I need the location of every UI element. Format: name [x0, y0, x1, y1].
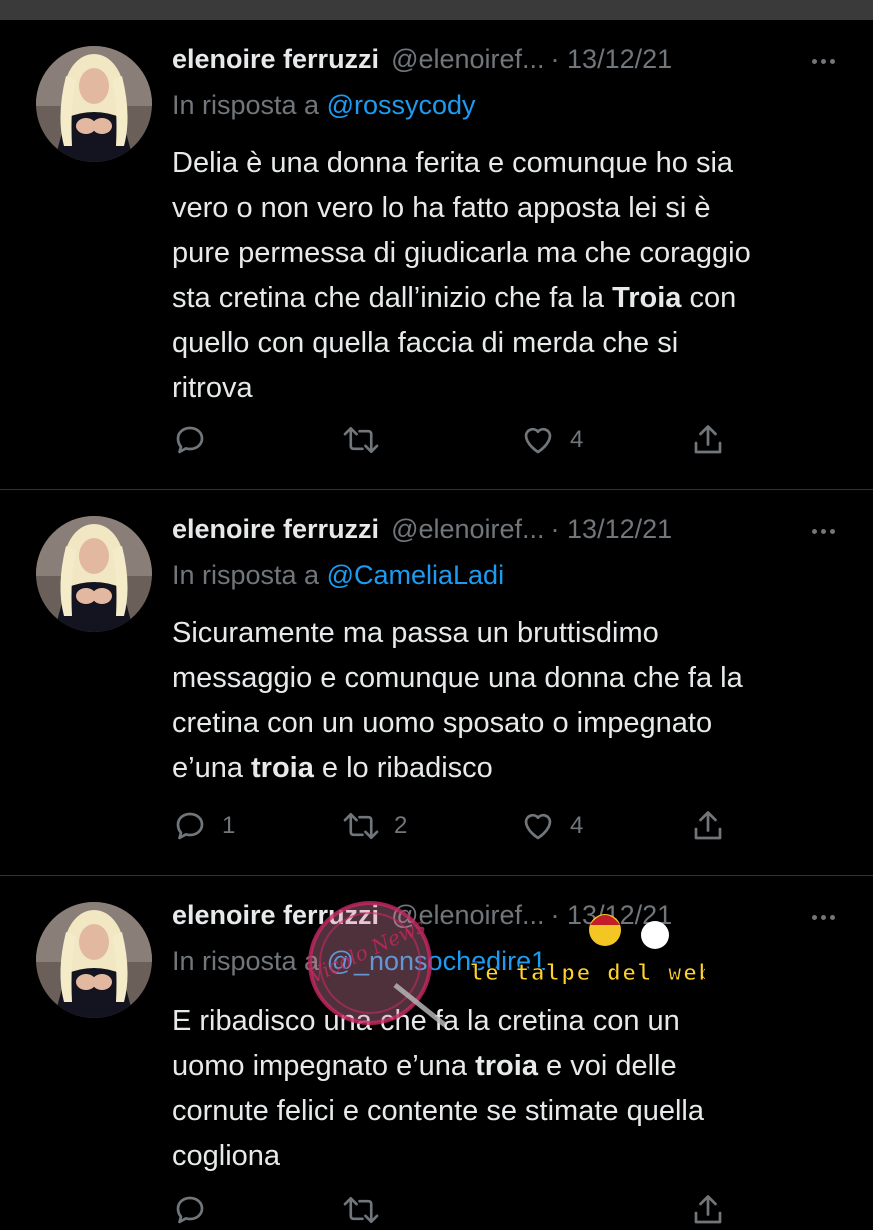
text-fragment: e lo ribadisco [313, 752, 493, 784]
status-bar [0, 0, 873, 20]
reply-count: 1 [222, 812, 236, 839]
tweet[interactable]: elenoire ferruzzi @elenoiref... · 13/12/… [0, 876, 873, 1224]
bold-word: troia [251, 752, 314, 784]
reply-context: In risposta a @rossycody [172, 90, 476, 121]
tweet-date[interactable]: · 13/12/21 [551, 900, 673, 931]
reply-icon [176, 812, 204, 840]
text-line: uomo impegnato e’una troia e voi delle [172, 1044, 852, 1089]
retweet-icon [343, 812, 379, 840]
author-name[interactable]: elenoire ferruzzi [172, 44, 379, 75]
share-icon [694, 425, 722, 454]
like-count: 4 [570, 426, 584, 453]
reply-icon [176, 426, 204, 454]
tweet-actions: 4 [172, 420, 732, 460]
retweet-icon [343, 1196, 379, 1224]
more-dot-icon [829, 58, 835, 64]
author-name[interactable]: elenoire ferruzzi [172, 900, 379, 931]
avatar-image [36, 46, 152, 162]
reply-button[interactable] [172, 420, 222, 460]
share-icon [694, 811, 722, 840]
avatar[interactable] [36, 516, 152, 632]
tweet-header: elenoire ferruzzi @elenoiref... · 13/12/… [172, 900, 843, 940]
bold-word: Troia [612, 282, 682, 314]
text-line: e’una troia e lo ribadisco [172, 746, 852, 791]
text-line: ritrova [172, 372, 253, 404]
more-dot-icon [811, 58, 817, 64]
text-line: Delia è una donna ferita e comunque ho s… [172, 147, 734, 179]
avatar[interactable] [36, 46, 152, 162]
text-line: cornute felici e contente se stimate que… [172, 1095, 704, 1127]
retweet-icon [343, 426, 379, 454]
retweet-button[interactable] [342, 1190, 380, 1230]
like-button[interactable]: 4 [520, 420, 583, 460]
reply-button[interactable] [172, 1190, 208, 1230]
text-line: messaggio e comunque una donna che fa la [172, 662, 743, 694]
tweet-text: Delia è una donna ferita e comunque ho s… [172, 141, 852, 411]
more-dot-icon [820, 528, 826, 534]
reply-context: In risposta a @CameliaLadi [172, 560, 504, 591]
tweet-date[interactable]: · 13/12/21 [551, 44, 673, 75]
text-line: sta cretina che dall’inizio che fa la Tr… [172, 276, 852, 321]
avatar-image [36, 902, 152, 1018]
share-button[interactable] [690, 1190, 726, 1230]
tweet-date[interactable]: · 13/12/21 [551, 514, 673, 545]
reply-context: In risposta a @_nonsochedire1 [172, 946, 546, 977]
heart-icon [524, 813, 552, 840]
text-fragment: con [681, 282, 737, 314]
tweet-text: Sicuramente ma passa un bruttisdimo mess… [172, 611, 852, 791]
text-line: cretina con un uomo sposato o impegnato [172, 707, 713, 739]
text-line: vero o non vero lo ha fatto apposta lei … [172, 192, 711, 224]
tweet-actions: 1 2 4 [172, 806, 732, 846]
like-button[interactable]: 4 [520, 806, 583, 846]
share-icon [694, 1195, 722, 1224]
text-line: cogliona [172, 1140, 281, 1172]
more-options-button[interactable] [803, 46, 843, 76]
more-dot-icon [829, 914, 835, 920]
more-options-button[interactable] [803, 902, 843, 932]
text-fragment: e voi delle [537, 1050, 677, 1082]
reply-mention-link[interactable]: @CameliaLadi [327, 560, 505, 590]
text-fragment: e’una [172, 752, 252, 784]
more-dot-icon [829, 528, 835, 534]
tweet[interactable]: elenoire ferruzzi @elenoiref... · 13/12/… [0, 20, 873, 490]
reply-prefix: In risposta a [172, 560, 327, 590]
text-line: pure permessa di giudicarla ma che corag… [172, 237, 751, 269]
more-options-button[interactable] [803, 516, 843, 546]
author-handle[interactable]: @elenoiref... [391, 514, 544, 545]
like-count: 4 [570, 812, 584, 839]
text-fragment: sta cretina che dall’inizio che fa la [172, 282, 613, 314]
share-button[interactable] [690, 420, 726, 460]
author-handle[interactable]: @elenoiref... [391, 44, 544, 75]
text-line: E ribadisco una che fa la cretina con un [172, 1005, 680, 1037]
reply-mention-link[interactable]: @rossycody [327, 90, 476, 120]
author-name[interactable]: elenoire ferruzzi [172, 514, 379, 545]
avatar-image [36, 516, 152, 632]
avatar[interactable] [36, 902, 152, 1018]
retweet-button[interactable] [342, 420, 394, 460]
text-line: quello con quella faccia di merda che si [172, 327, 679, 359]
tweet-header: elenoire ferruzzi @elenoiref... · 13/12/… [172, 514, 843, 554]
more-dot-icon [820, 914, 826, 920]
reply-icon [176, 1196, 204, 1224]
tweet-actions [172, 1190, 732, 1230]
more-dot-icon [811, 914, 817, 920]
author-handle[interactable]: @elenoiref... [391, 900, 544, 931]
reply-prefix: In risposta a [172, 946, 327, 976]
reply-prefix: In risposta a [172, 90, 327, 120]
tweet-header: elenoire ferruzzi @elenoiref... · 13/12/… [172, 44, 843, 84]
reply-button[interactable]: 1 [172, 806, 235, 846]
more-dot-icon [811, 528, 817, 534]
text-fragment: uomo impegnato e’una [172, 1050, 476, 1082]
bold-word: troia [475, 1050, 538, 1082]
retweet-button[interactable]: 2 [342, 806, 407, 846]
heart-icon [524, 427, 552, 454]
share-button[interactable] [690, 806, 726, 846]
tweet-text: E ribadisco una che fa la cretina con un… [172, 999, 852, 1179]
reply-mention-link[interactable]: @_nonsochedire1 [327, 946, 547, 976]
tweet[interactable]: elenoire ferruzzi @elenoiref... · 13/12/… [0, 490, 873, 876]
retweet-count: 2 [394, 812, 408, 839]
more-dot-icon [820, 58, 826, 64]
text-line: Sicuramente ma passa un bruttisdimo [172, 617, 659, 649]
